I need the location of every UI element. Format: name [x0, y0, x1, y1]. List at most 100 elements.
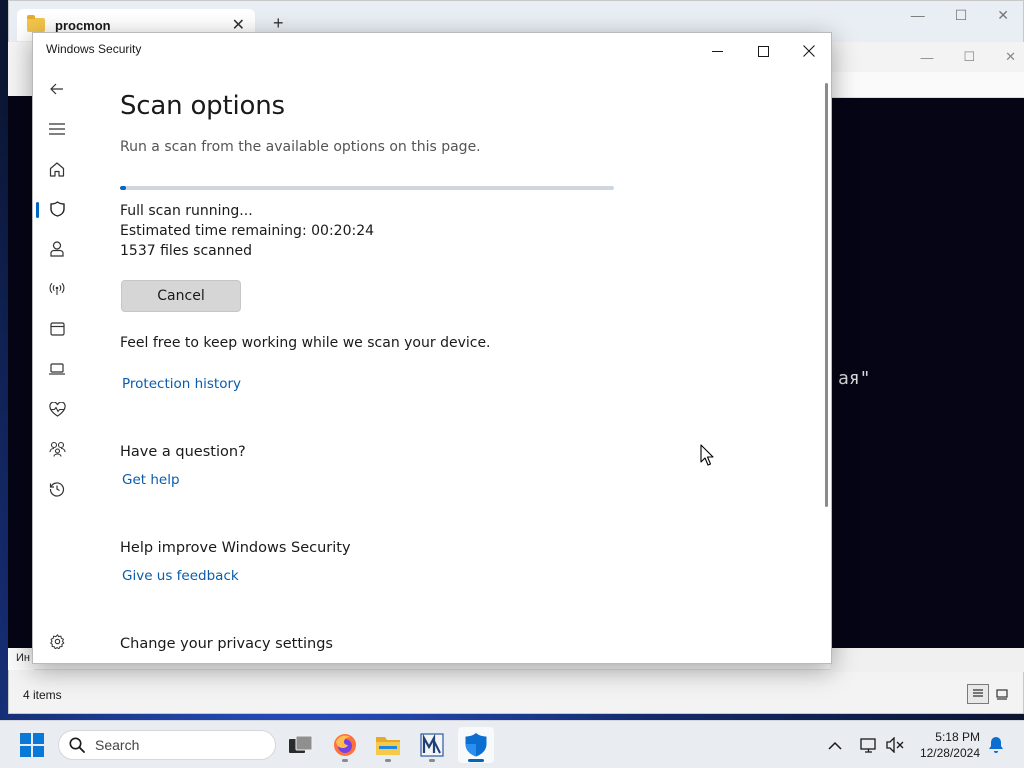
new-tab-icon[interactable]: +	[273, 13, 284, 34]
shield-icon	[49, 201, 65, 217]
bell-icon	[989, 737, 1003, 753]
close-icon[interactable]: ✕	[1005, 49, 1016, 65]
search-placeholder: Search	[95, 737, 140, 753]
console-text: ая"	[838, 368, 871, 389]
taskbar-firefox[interactable]	[327, 727, 363, 763]
windows-security-window: Windows Security Scan options Run a scan…	[32, 32, 832, 664]
file-explorer-icon	[376, 737, 400, 755]
volume-muted-icon	[886, 737, 904, 753]
taskbar-windows-security[interactable]	[458, 727, 494, 763]
volume-tray[interactable]	[886, 721, 904, 768]
privacy-heading: Change your privacy settings	[120, 636, 333, 652]
nav-firewall[interactable]	[33, 269, 81, 309]
folder-icon	[27, 15, 45, 32]
nav-settings[interactable]	[33, 621, 81, 661]
nav-device-security[interactable]	[33, 349, 81, 389]
explorer-window-controls: — ☐ ✕	[911, 7, 1009, 24]
navigation-rail	[33, 73, 81, 663]
question-heading: Have a question?	[120, 444, 246, 460]
back-icon	[50, 83, 63, 95]
settings-icon	[49, 633, 64, 649]
explorer-tab-title: procmon	[55, 17, 111, 33]
notifications-button[interactable]	[988, 721, 1004, 768]
taskbar-search[interactable]: Search	[58, 730, 276, 760]
minimize-icon[interactable]: —	[920, 50, 933, 65]
feedback-link[interactable]: Give us feedback	[122, 568, 239, 584]
improve-heading: Help improve Windows Security	[120, 540, 351, 556]
details-view-icon[interactable]	[967, 684, 989, 704]
health-icon	[48, 401, 66, 417]
mouse-cursor-icon	[700, 444, 714, 466]
app-browser-icon	[49, 322, 65, 336]
background-app-window: — ☐ ✕ ая"	[830, 42, 1024, 672]
files-scanned: 1537 files scanned	[120, 243, 252, 259]
taskbar: Search 5:18 PM 12/28/2024	[0, 720, 1024, 768]
network-tray[interactable]	[860, 721, 878, 768]
scrollbar[interactable]	[825, 83, 828, 507]
scan-progress-bar	[120, 186, 614, 190]
task-view-icon	[289, 735, 313, 753]
taskbar-app[interactable]	[414, 727, 450, 763]
menu-icon	[49, 123, 65, 135]
maximize-icon[interactable]: ☐	[955, 7, 968, 24]
home-icon	[49, 161, 65, 177]
show-hidden-icons[interactable]	[828, 721, 842, 768]
page-title: Scan options	[120, 91, 285, 121]
nav-protection-history[interactable]	[33, 469, 81, 509]
app-icon	[420, 733, 444, 757]
nav-family-options[interactable]	[33, 429, 81, 469]
windows-logo-icon	[20, 733, 44, 757]
maximize-icon[interactable]: ☐	[963, 49, 975, 65]
background-left-strip	[8, 96, 34, 648]
cancel-button[interactable]: Cancel	[121, 280, 241, 312]
chevron-up-icon	[828, 741, 842, 750]
history-icon	[49, 482, 65, 497]
protection-history-link[interactable]: Protection history	[122, 376, 241, 392]
nav-virus-protection[interactable]	[33, 189, 81, 229]
explorer-status-bar: 4 items	[9, 669, 1023, 713]
view-buttons	[967, 684, 1013, 704]
network-status-icon	[860, 738, 876, 753]
windows-security-shield-icon	[465, 733, 487, 757]
time-remaining-label: Estimated time remaining:	[120, 223, 307, 239]
scan-status: Full scan running...	[120, 203, 253, 219]
active-app-indicator	[468, 759, 484, 762]
background-left-toolbar	[8, 42, 34, 96]
background-menu-bar	[830, 72, 1024, 98]
running-indicator	[429, 759, 435, 762]
start-button[interactable]	[14, 727, 50, 763]
nav-app-browser-control[interactable]	[33, 309, 81, 349]
tiles-view-icon[interactable]	[991, 684, 1013, 704]
account-icon	[50, 241, 64, 257]
clock-time: 5:18 PM	[935, 730, 980, 744]
background-console: ая"	[830, 98, 1024, 648]
nav-home[interactable]	[33, 149, 81, 189]
device-icon	[49, 363, 65, 375]
background-window-controls: — ☐ ✕	[830, 42, 1024, 72]
active-indicator	[36, 202, 39, 218]
task-view-button[interactable]	[283, 727, 319, 763]
scan-progress-fill	[120, 186, 126, 190]
scan-options-content: Scan options Run a scan from the availab…	[120, 33, 831, 663]
search-icon	[69, 737, 85, 753]
time-remaining: Estimated time remaining: 00:20:24	[120, 223, 374, 239]
nav-device-health[interactable]	[33, 389, 81, 429]
taskbar-file-explorer[interactable]	[370, 727, 406, 763]
item-count: 4 items	[23, 688, 62, 702]
time-remaining-value: 00:20:24	[311, 223, 375, 239]
page-subtitle: Run a scan from the available options on…	[120, 139, 481, 155]
keep-working-text: Feel free to keep working while we scan …	[120, 335, 491, 351]
firefox-icon	[334, 734, 356, 756]
nav-account-protection[interactable]	[33, 229, 81, 269]
family-icon	[48, 441, 66, 457]
menu-button[interactable]	[33, 109, 81, 149]
back-button[interactable]	[33, 69, 81, 109]
get-help-link[interactable]: Get help	[122, 472, 180, 488]
background-left-row: Ин	[8, 648, 34, 670]
system-clock[interactable]: 5:18 PM 12/28/2024	[920, 729, 980, 761]
minimize-icon[interactable]: —	[911, 7, 925, 24]
clock-date: 12/28/2024	[919, 746, 980, 760]
close-icon[interactable]: ✕	[997, 7, 1009, 24]
network-icon	[49, 282, 65, 295]
running-indicator	[385, 759, 391, 762]
